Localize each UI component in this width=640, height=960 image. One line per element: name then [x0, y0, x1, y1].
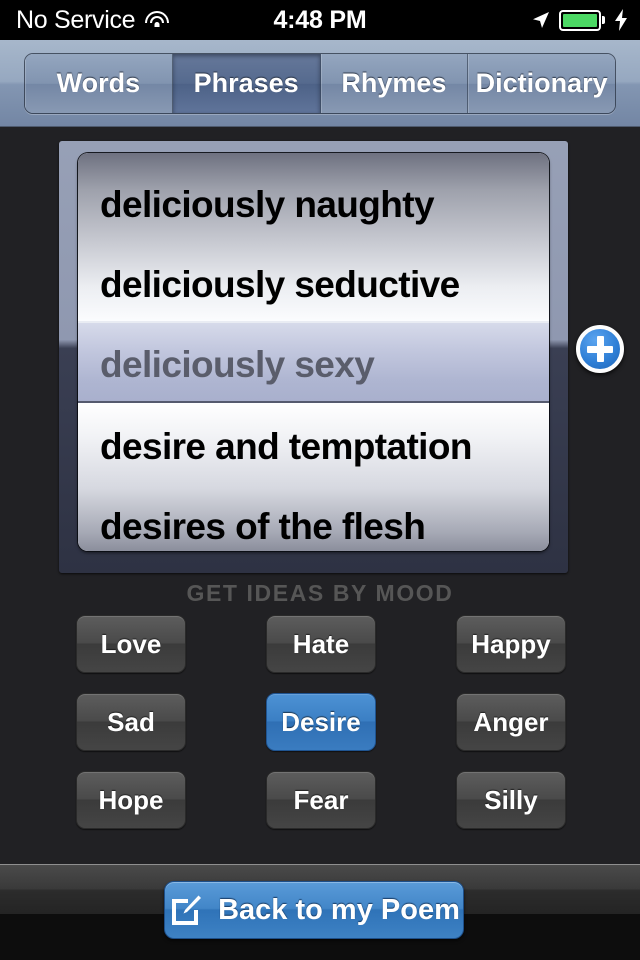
status-bar-right: [531, 9, 628, 31]
add-phrase-button[interactable]: [576, 325, 624, 373]
mood-button-anger[interactable]: Anger: [455, 693, 566, 751]
compose-icon: [172, 895, 202, 925]
mood-section-title: GET IDEAS BY MOOD: [186, 580, 454, 606]
lightning-bolt-icon: [615, 9, 627, 31]
picker-frame: deliciously naughty deliciously seductiv…: [59, 141, 568, 573]
picker-row[interactable]: deliciously seductive: [78, 245, 549, 325]
status-bar: No Service 4:48 PM: [0, 0, 640, 40]
picker-row[interactable]: deliciously naughty: [78, 165, 549, 245]
mood-button-grid: Love Hate Happy Sad Desire Anger Hope Fe…: [76, 615, 566, 829]
tab-dictionary[interactable]: Dictionary: [468, 53, 615, 113]
nav-bar: Words Phrases Rhymes Dictionary: [0, 40, 640, 127]
mood-button-happy[interactable]: Happy: [455, 615, 566, 673]
mood-button-love[interactable]: Love: [76, 615, 186, 673]
picker-row[interactable]: desires of the flesh: [78, 487, 549, 551]
plus-icon-vertical: [596, 336, 604, 362]
mood-button-fear[interactable]: Fear: [265, 771, 376, 829]
mood-button-sad[interactable]: Sad: [76, 693, 186, 751]
app-root: No Service 4:48 PM Words Phrases Rhymes …: [0, 0, 640, 960]
mood-button-hate[interactable]: Hate: [265, 615, 376, 673]
back-to-poem-button[interactable]: Back to my Poem: [164, 881, 464, 939]
back-to-poem-label: Back to my Poem: [218, 893, 460, 926]
tab-words[interactable]: Words: [25, 53, 173, 113]
picker-row-selected[interactable]: deliciously sexy: [78, 325, 549, 405]
location-arrow-icon: [533, 12, 549, 28]
battery-icon: [559, 9, 605, 31]
tab-rhymes[interactable]: Rhymes: [320, 53, 469, 113]
tab-phrases[interactable]: Phrases: [172, 53, 321, 113]
mood-button-hope[interactable]: Hope: [76, 771, 186, 829]
phrase-picker[interactable]: deliciously naughty deliciously seductiv…: [78, 153, 549, 551]
mood-button-silly[interactable]: Silly: [455, 771, 566, 829]
mood-button-desire[interactable]: Desire: [265, 693, 376, 751]
segmented-control[interactable]: Words Phrases Rhymes Dictionary: [24, 52, 616, 114]
picker-row[interactable]: desire and temptation: [78, 407, 549, 487]
